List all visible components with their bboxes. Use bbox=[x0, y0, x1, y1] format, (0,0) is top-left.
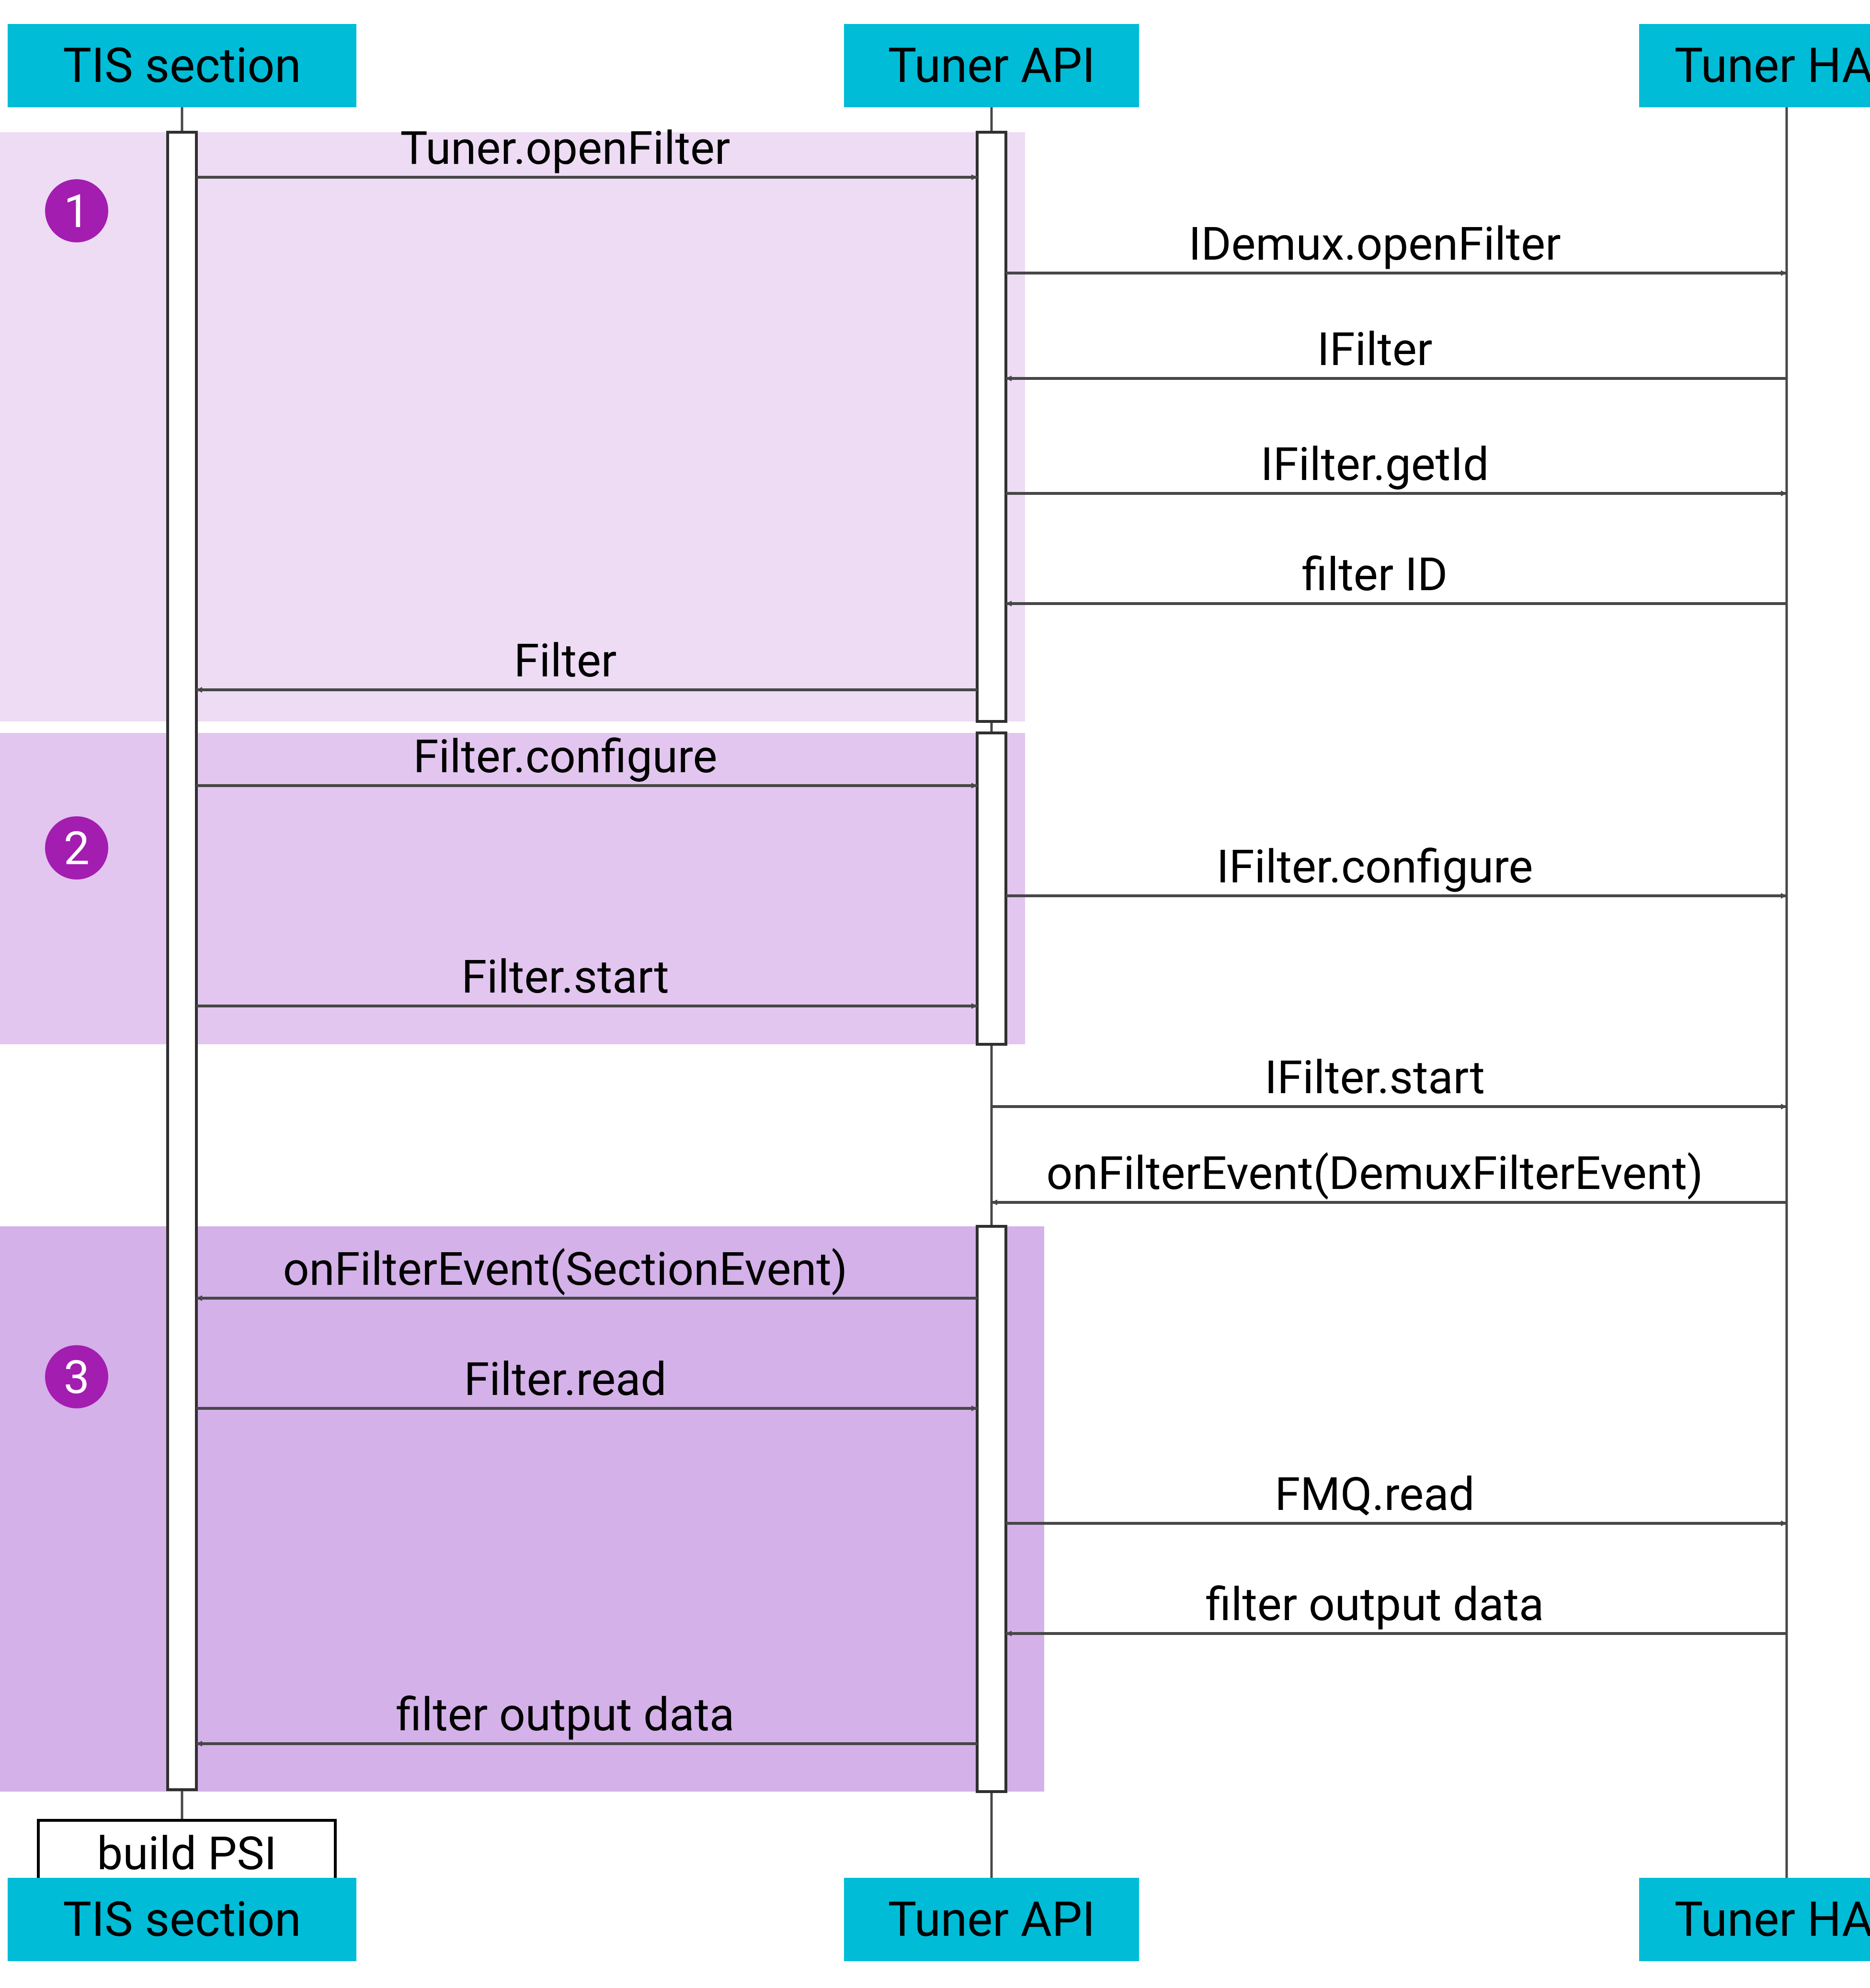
participant-label: Tuner API bbox=[888, 38, 1095, 94]
activation-bar bbox=[977, 733, 1006, 1044]
message-label: onFilterEvent(DemuxFilterEvent) bbox=[1047, 1147, 1703, 1200]
note-label: build PSI bbox=[97, 1827, 276, 1881]
message-label: Filter.configure bbox=[413, 730, 718, 784]
activation-bar bbox=[977, 1226, 1006, 1792]
message-label: FMQ.read bbox=[1275, 1468, 1474, 1521]
participant-label: TIS section bbox=[63, 1892, 301, 1948]
message-label: Filter.start bbox=[461, 950, 669, 1004]
phase-band bbox=[0, 132, 1025, 721]
message-label: filter output data bbox=[396, 1688, 734, 1742]
participant-label: Tuner API bbox=[888, 1892, 1095, 1948]
message-label: IFilter.start bbox=[1265, 1051, 1485, 1105]
message-label: onFilterEvent(SectionEvent) bbox=[283, 1243, 847, 1296]
message-label: Filter.read bbox=[464, 1353, 666, 1406]
message-label: filter output data bbox=[1206, 1578, 1544, 1632]
participant-label: TIS section bbox=[63, 38, 301, 94]
message-label: Tuner.openFilter bbox=[400, 122, 730, 175]
phase-number: 1 bbox=[64, 185, 90, 239]
message-label: IFilter.configure bbox=[1217, 840, 1533, 894]
message-label: IDemux.openFilter bbox=[1188, 217, 1561, 271]
participant-label: Tuner HAL bbox=[1675, 38, 1870, 94]
activation-bar bbox=[977, 132, 1006, 721]
activation-bar bbox=[168, 132, 196, 1790]
message-label: filter ID bbox=[1302, 548, 1448, 602]
message-label: IFilter.getId bbox=[1261, 438, 1489, 491]
participant-label: Tuner HAL bbox=[1675, 1892, 1870, 1948]
phase-number: 3 bbox=[64, 1351, 90, 1405]
message-label: Filter bbox=[514, 634, 617, 688]
phase-number: 2 bbox=[64, 822, 90, 876]
message-label: IFilter bbox=[1317, 323, 1433, 377]
